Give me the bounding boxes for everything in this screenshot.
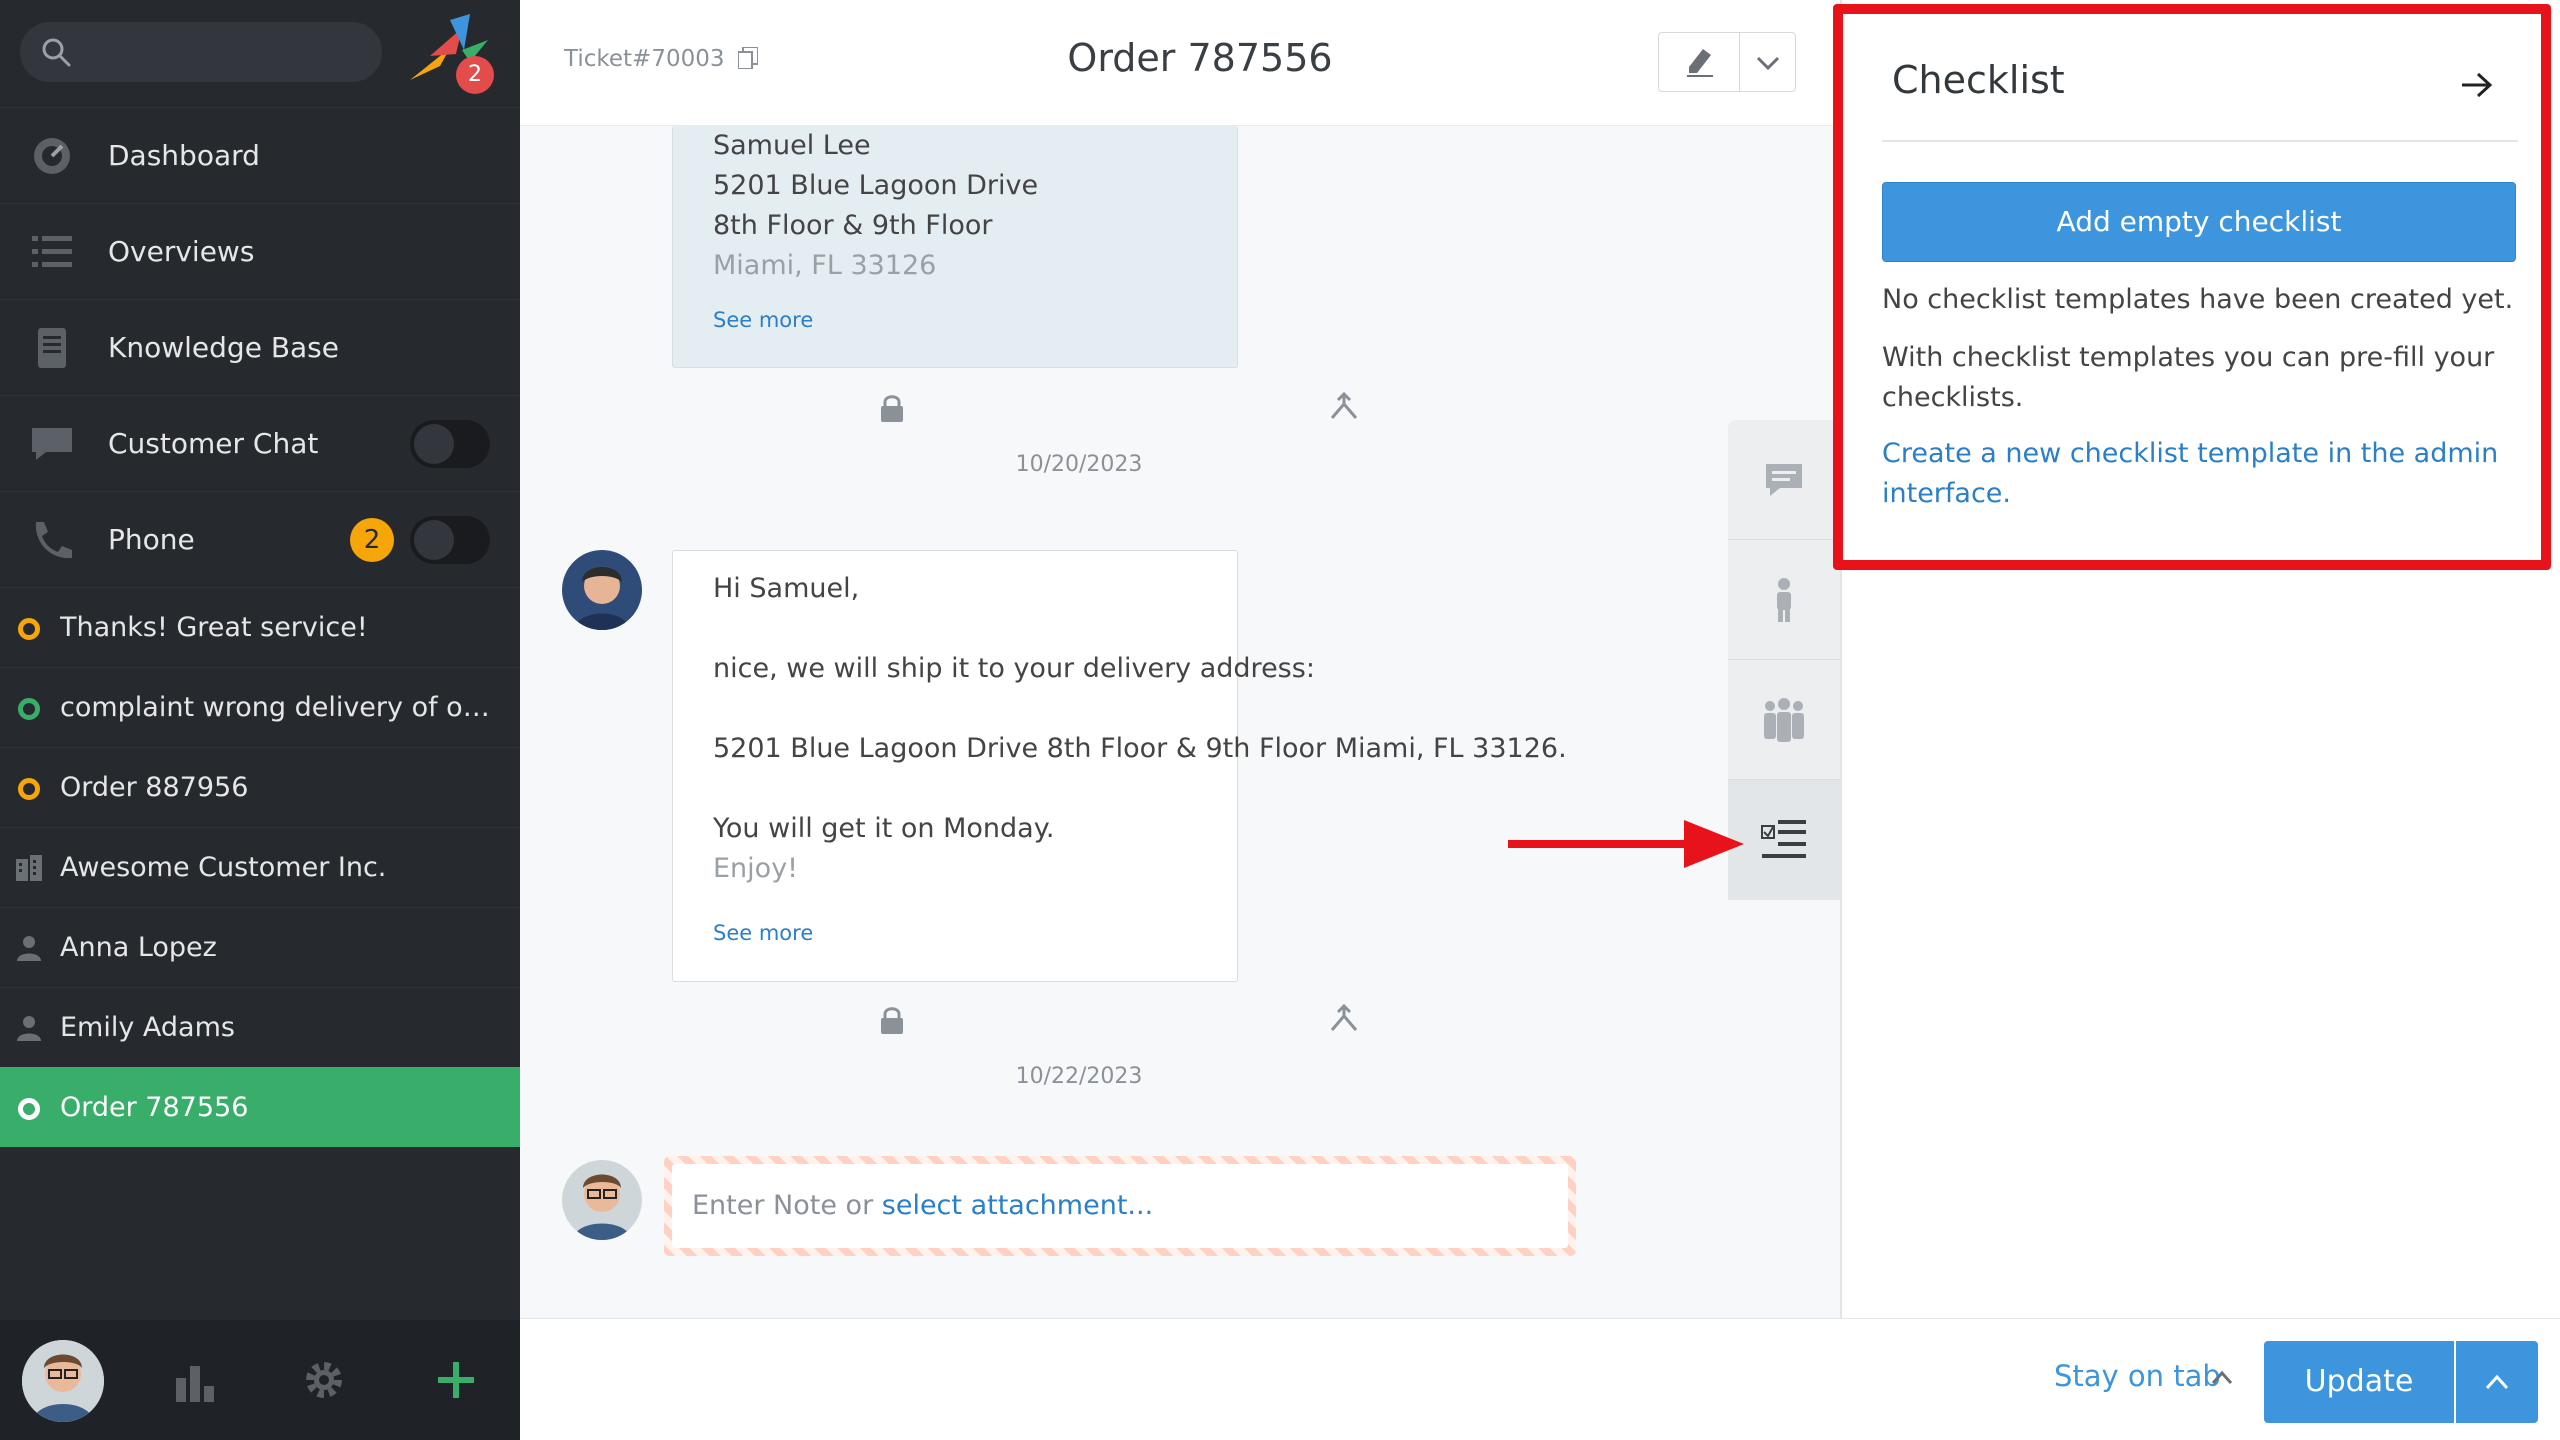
note-field[interactable]: Enter Note or select attachment... bbox=[672, 1164, 1568, 1248]
select-attachment-link[interactable]: select attachment... bbox=[882, 1190, 1153, 1221]
sidebar: 2 Dashboard Overviews Knowledge Base Cus… bbox=[0, 0, 520, 1440]
side-tab-customer[interactable] bbox=[1728, 540, 1840, 660]
phone-icon bbox=[35, 522, 72, 559]
open-tab-anna-lopez[interactable]: Anna Lopez bbox=[0, 907, 520, 987]
message-icon bbox=[1766, 464, 1802, 496]
open-tab-complaint[interactable]: complaint wrong delivery of ord... bbox=[0, 667, 520, 747]
phone-count-badge: 2 bbox=[350, 518, 394, 562]
phone-toggle[interactable] bbox=[410, 516, 490, 564]
nav-customer-chat[interactable]: Customer Chat bbox=[0, 395, 520, 491]
article-line: Miami, FL 33126 bbox=[713, 250, 937, 281]
open-tab-thanks[interactable]: Thanks! Great service! bbox=[0, 587, 520, 667]
article-date: 10/22/2023 bbox=[1015, 1064, 1143, 1089]
article-line: nice, we will ship it to your delivery a… bbox=[713, 653, 1315, 684]
nav-label: Phone bbox=[108, 523, 195, 556]
side-tab-organization[interactable] bbox=[1728, 660, 1840, 780]
tab-label: Awesome Customer Inc. bbox=[60, 852, 387, 883]
lock-icon[interactable] bbox=[880, 1006, 904, 1034]
stay-on-tab-toggle[interactable]: Stay on tab bbox=[2054, 1359, 2221, 1393]
nav-knowledge-base[interactable]: Knowledge Base bbox=[0, 299, 520, 395]
list-icon bbox=[32, 236, 72, 267]
ticket-action-group bbox=[1658, 32, 1796, 92]
side-tab-ticket[interactable] bbox=[1728, 420, 1840, 540]
person-icon bbox=[17, 936, 41, 961]
dashboard-icon bbox=[34, 138, 70, 174]
side-tab-checklist[interactable] bbox=[1728, 780, 1840, 900]
update-options-button[interactable] bbox=[2456, 1341, 2538, 1423]
nav-label: Dashboard bbox=[108, 139, 260, 172]
notification-badge[interactable]: 2 bbox=[456, 56, 494, 94]
nav-label: Customer Chat bbox=[108, 427, 319, 460]
plus-icon[interactable] bbox=[434, 1358, 478, 1402]
nav-label: Overviews bbox=[108, 235, 255, 268]
open-tab-emily-adams[interactable]: Emily Adams bbox=[0, 987, 520, 1067]
ticket-zoom: Ticket#70003 Order 787556 Samuel Lee 520… bbox=[520, 0, 1840, 1440]
ticket-header: Ticket#70003 Order 787556 bbox=[520, 0, 1840, 126]
article-line: 5201 Blue Lagoon Drive 8th Floor & 9th F… bbox=[713, 733, 1567, 764]
chevron-down-icon[interactable] bbox=[1755, 55, 1781, 71]
split-icon[interactable] bbox=[1328, 392, 1360, 420]
note-input[interactable]: Enter Note or select attachment... bbox=[664, 1156, 1576, 1256]
annotation-arrow-icon bbox=[1508, 820, 1744, 868]
status-open-icon bbox=[18, 1098, 40, 1120]
search-icon bbox=[42, 38, 71, 67]
nav-phone[interactable]: Phone 2 bbox=[0, 491, 520, 587]
note-placeholder: Enter Note or bbox=[692, 1190, 882, 1221]
checklist-icon bbox=[1761, 820, 1806, 858]
split-icon[interactable] bbox=[1328, 1004, 1360, 1032]
update-button[interactable]: Update bbox=[2264, 1341, 2454, 1423]
agent-avatar bbox=[562, 1160, 642, 1240]
gear-icon[interactable] bbox=[302, 1358, 346, 1402]
annotation-highlight-box bbox=[1833, 4, 2551, 570]
status-open-icon bbox=[18, 618, 40, 640]
stats-icon[interactable] bbox=[174, 1358, 218, 1402]
article-line: 5201 Blue Lagoon Drive bbox=[713, 170, 1039, 201]
article-line: You will get it on Monday. bbox=[713, 813, 1055, 844]
tab-label: Anna Lopez bbox=[60, 932, 217, 963]
sidebar-tabs bbox=[1728, 420, 1840, 900]
see-more-link[interactable]: See more bbox=[713, 308, 813, 332]
nav-label: Knowledge Base bbox=[108, 331, 339, 364]
person-icon bbox=[1777, 578, 1791, 622]
tab-label: Emily Adams bbox=[60, 1012, 235, 1043]
tab-label: Order 787556 bbox=[60, 1092, 249, 1123]
search-input[interactable] bbox=[20, 22, 382, 82]
chevron-up-icon bbox=[2485, 1374, 2509, 1390]
open-tab-order-887956[interactable]: Order 887956 bbox=[0, 747, 520, 827]
open-tab-organization[interactable]: Awesome Customer Inc. bbox=[0, 827, 520, 907]
article-line: Enjoy! bbox=[713, 853, 798, 884]
open-tab-order-787556[interactable]: Order 787556 bbox=[0, 1067, 520, 1147]
edit-icon[interactable] bbox=[1685, 47, 1715, 77]
tab-label: complaint wrong delivery of ord... bbox=[60, 692, 500, 723]
status-open-icon bbox=[18, 778, 40, 800]
book-icon bbox=[38, 328, 66, 368]
customer-chat-toggle[interactable] bbox=[410, 420, 490, 468]
article-line: Hi Samuel, bbox=[713, 573, 860, 604]
article-line: Samuel Lee bbox=[713, 130, 871, 161]
status-new-icon bbox=[18, 698, 40, 720]
ticket-bottom-bar: Stay on tab Update bbox=[520, 1318, 2560, 1440]
person-icon bbox=[17, 1016, 41, 1041]
divider bbox=[1739, 33, 1740, 91]
tab-label: Thanks! Great service! bbox=[60, 612, 368, 643]
building-icon bbox=[16, 855, 42, 881]
lock-icon[interactable] bbox=[880, 394, 904, 422]
chevron-up-icon[interactable] bbox=[2210, 1367, 2234, 1387]
chat-icon bbox=[32, 428, 72, 460]
nav-overviews[interactable]: Overviews bbox=[0, 203, 520, 299]
user-avatar[interactable] bbox=[22, 1340, 104, 1422]
nav-dashboard[interactable]: Dashboard bbox=[0, 107, 520, 203]
article-line: 8th Floor & 9th Floor bbox=[713, 210, 993, 241]
tab-label: Order 887956 bbox=[60, 772, 249, 803]
customer-avatar[interactable] bbox=[562, 550, 642, 630]
see-more-link[interactable]: See more bbox=[713, 921, 813, 945]
sidebar-footer bbox=[0, 1320, 520, 1440]
article-customer: Samuel Lee 5201 Blue Lagoon Drive 8th Fl… bbox=[672, 126, 1238, 368]
article-meta bbox=[672, 388, 1358, 428]
article-meta bbox=[672, 1000, 1358, 1040]
article-date: 10/20/2023 bbox=[1015, 452, 1143, 477]
article-agent: Hi Samuel, nice, we will ship it to your… bbox=[672, 550, 1567, 982]
group-icon bbox=[1764, 698, 1804, 742]
